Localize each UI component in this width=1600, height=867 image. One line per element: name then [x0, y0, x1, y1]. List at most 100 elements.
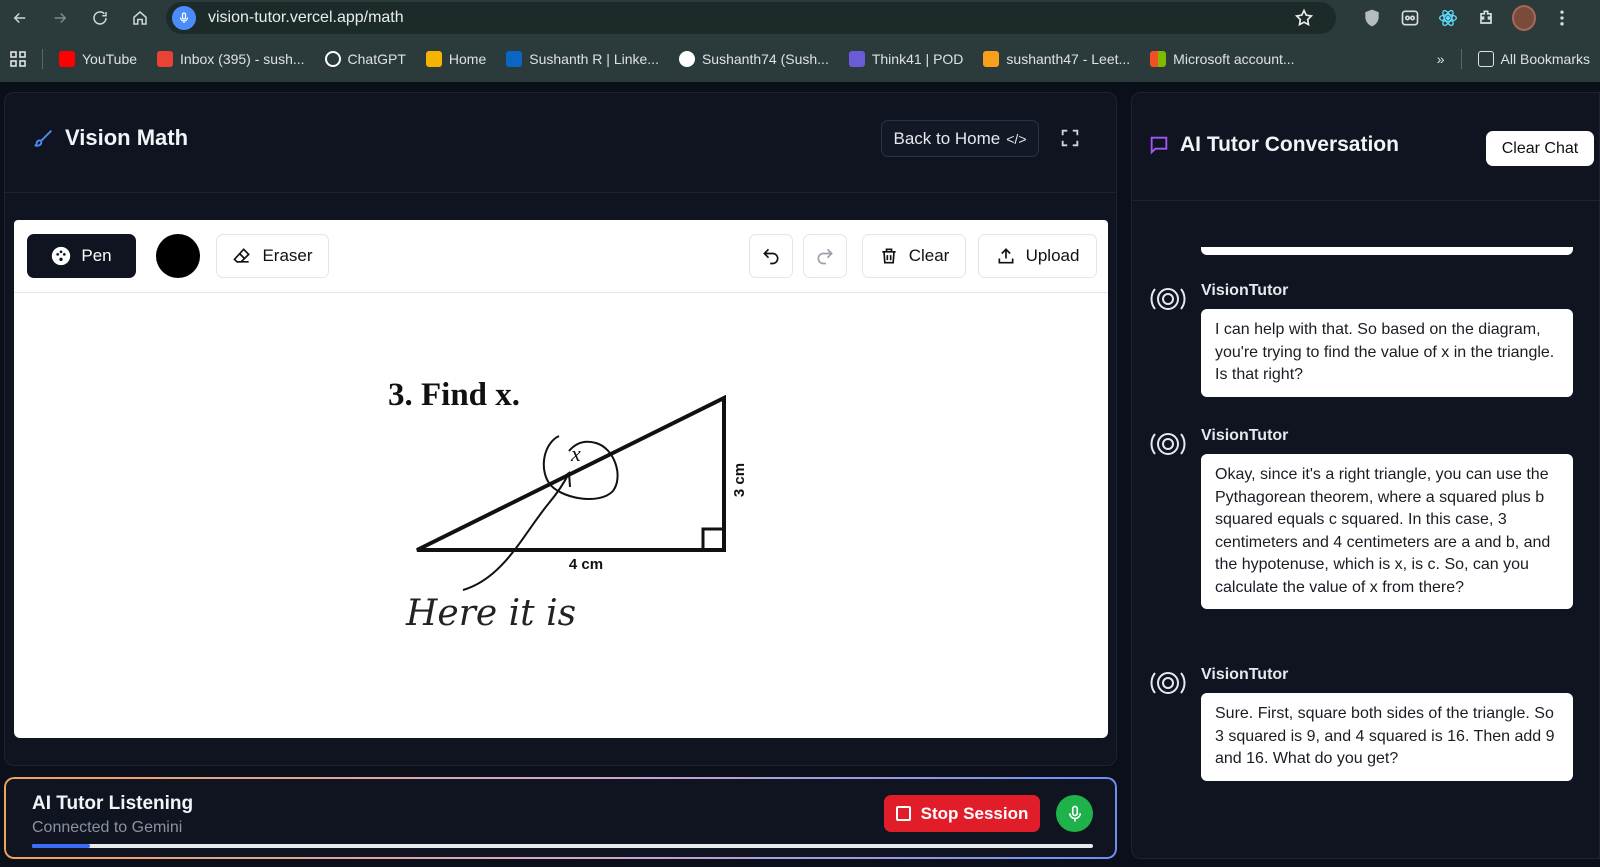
- message-author: VisionTutor: [1201, 666, 1289, 683]
- microphone-button[interactable]: [1056, 795, 1093, 832]
- connection-status: Connected to Gemini: [32, 819, 183, 836]
- bookmark-youtube[interactable]: YouTube: [49, 44, 147, 74]
- browser-menu-icon[interactable]: [1550, 6, 1574, 30]
- code-icon: </>: [1006, 130, 1027, 147]
- clear-chat-button[interactable]: Clear Chat: [1486, 131, 1594, 166]
- microphone-icon: [1068, 805, 1081, 821]
- stop-square-icon: [895, 806, 911, 821]
- message-bubble: Okay, since it's a right triangle, you c…: [1201, 454, 1573, 609]
- handwritten-note: Here it is: [405, 593, 576, 634]
- drawing-toolbar: Pen Eraser Clear Upload: [14, 220, 1108, 293]
- stop-label: Stop Session: [920, 803, 1029, 823]
- canvas-drawing: 3. Find x. x 3 cm 4 cm Here it is: [388, 377, 748, 634]
- all-bookmarks-folder[interactable]: All Bookmarks: [1468, 44, 1600, 74]
- divider: [42, 49, 43, 69]
- bookmark-label: Microsoft account...: [1173, 51, 1295, 67]
- vision-tutor-avatar-icon: [1150, 433, 1186, 455]
- forward-arrow-icon[interactable]: [40, 0, 80, 36]
- app-title: Vision Math: [65, 125, 189, 150]
- message-author: VisionTutor: [1201, 282, 1289, 299]
- back-to-home-button[interactable]: Back to Home </>: [881, 120, 1039, 157]
- bookmark-label: All Bookmarks: [1500, 51, 1590, 67]
- undo-icon: [763, 248, 779, 265]
- eraser-button[interactable]: Eraser: [216, 234, 329, 278]
- microphone-icon: [172, 6, 196, 30]
- bookmark-label: Home: [448, 51, 487, 67]
- think41-icon: [848, 51, 865, 67]
- stop-session-button[interactable]: Stop Session: [884, 795, 1040, 832]
- home-bookmark-icon: [425, 51, 442, 67]
- clear-label: Clear: [908, 246, 950, 265]
- address-bar[interactable]: vision-tutor.vercel.app/math: [166, 2, 1336, 34]
- upload-label: Upload: [1025, 246, 1080, 265]
- bookmark-chatgpt[interactable]: ChatGPT: [315, 44, 416, 74]
- bookmark-home[interactable]: Home: [416, 44, 496, 74]
- chat-header: AI Tutor Conversation Clear Chat: [1132, 93, 1599, 201]
- chat-title: AI Tutor Conversation: [1180, 133, 1399, 156]
- clear-canvas-button[interactable]: Clear: [862, 234, 966, 278]
- bookmark-microsoft[interactable]: Microsoft account...: [1140, 44, 1304, 74]
- bookmark-star-icon[interactable]: [1294, 8, 1314, 28]
- bookmarks-overflow-icon[interactable]: »: [1427, 44, 1455, 74]
- github-icon: [678, 51, 695, 67]
- audio-level-fill: [32, 844, 91, 848]
- listening-status-bar: AI Tutor Listening Connected to Gemini S…: [4, 777, 1117, 859]
- whiteboard-panel: Vision Math Back to Home </> Pen Eraser …: [4, 92, 1117, 766]
- react-devtools-icon[interactable]: [1436, 6, 1460, 30]
- pen-button[interactable]: Pen: [27, 234, 136, 278]
- upload-button[interactable]: Upload: [978, 234, 1097, 278]
- back-arrow-icon[interactable]: [0, 0, 40, 36]
- redo-button[interactable]: [803, 234, 847, 278]
- bookmark-label: Think41 | POD: [871, 51, 964, 67]
- bookmark-linkedin[interactable]: Sushanth R | Linke...: [496, 44, 669, 74]
- bookmark-think41[interactable]: Think41 | POD: [839, 44, 974, 74]
- eraser-icon: [233, 248, 251, 263]
- fullscreen-icon[interactable]: [1059, 127, 1081, 149]
- shield-extension-icon[interactable]: [1360, 6, 1384, 30]
- eraser-label: Eraser: [262, 246, 313, 265]
- hand-drawn-arrow: [462, 472, 570, 591]
- bookmark-gmail[interactable]: Inbox (395) - sush...: [147, 44, 315, 74]
- folder-icon: [1477, 51, 1494, 67]
- drawing-canvas[interactable]: 3. Find x. x 3 cm 4 cm Here it is: [14, 293, 1108, 738]
- profile-avatar[interactable]: [1512, 5, 1536, 31]
- home-icon[interactable]: [120, 0, 160, 36]
- right-angle-mark: [701, 527, 726, 552]
- vision-tutor-avatar-icon: [1150, 288, 1186, 310]
- listening-title: AI Tutor Listening: [32, 793, 194, 814]
- previous-message-bubble: [1201, 247, 1573, 255]
- upload-icon: [998, 248, 1014, 264]
- bookmark-label: YouTube: [82, 51, 138, 67]
- youtube-icon: [59, 51, 75, 67]
- url-text[interactable]: vision-tutor.vercel.app/math: [208, 9, 404, 27]
- pen-label: Pen: [81, 246, 112, 265]
- vision-tutor-avatar-icon: [1150, 672, 1186, 694]
- browser-toolbar: vision-tutor.vercel.app/math: [0, 0, 1600, 36]
- leetcode-icon: [983, 51, 1000, 67]
- side-b-label: 4 cm: [569, 556, 603, 573]
- bookmark-label: Inbox (395) - sush...: [180, 51, 305, 67]
- reload-icon[interactable]: [80, 0, 120, 36]
- undo-button[interactable]: [749, 234, 793, 278]
- paintbrush-icon: [34, 130, 52, 147]
- trash-icon: [882, 248, 896, 264]
- palette-icon: [52, 246, 71, 266]
- microsoft-icon: [1150, 51, 1167, 67]
- bookmarks-bar: YouTube Inbox (395) - sush... ChatGPT Ho…: [0, 36, 1600, 82]
- chat-bubble-icon: [1150, 136, 1168, 155]
- message-bubble: Sure. First, square both sides of the tr…: [1201, 693, 1573, 781]
- panel-header: Vision Math Back to Home </>: [5, 93, 1116, 193]
- panda-extension-icon[interactable]: [1398, 6, 1422, 30]
- bookmark-label: Sushanth74 (Sush...: [701, 51, 829, 67]
- message-author: VisionTutor: [1201, 427, 1289, 444]
- bookmark-leetcode[interactable]: sushanth47 - Leet...: [973, 44, 1140, 74]
- extensions-puzzle-icon[interactable]: [1474, 6, 1498, 30]
- chat-panel: AI Tutor Conversation Clear Chat VisionT…: [1131, 92, 1600, 859]
- apps-grid-icon[interactable]: [0, 51, 36, 67]
- divider: [1460, 49, 1462, 69]
- color-picker-swatch[interactable]: [156, 234, 200, 278]
- message-bubble: I can help with that. So based on the di…: [1201, 309, 1573, 397]
- linkedin-icon: [506, 51, 523, 67]
- bookmark-github[interactable]: Sushanth74 (Sush...: [669, 44, 839, 74]
- redo-icon: [817, 248, 833, 265]
